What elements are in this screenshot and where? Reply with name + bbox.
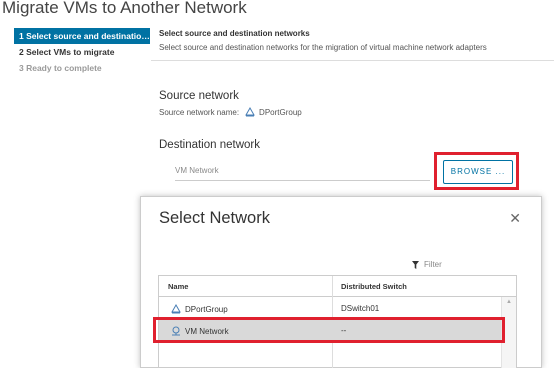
scroll-up-icon[interactable]: ▲ (506, 299, 512, 305)
source-network-heading: Source network (159, 90, 239, 102)
close-icon[interactable]: ✕ (509, 211, 521, 225)
column-header-name[interactable]: Name (168, 282, 188, 291)
filter-label: Filter (424, 260, 442, 269)
step-ready-to-complete: 3 Ready to complete (19, 63, 102, 73)
column-header-switch[interactable]: Distributed Switch (341, 282, 407, 291)
row-name-cell: DPortGroup (171, 304, 228, 314)
filter-control[interactable]: Filter (412, 260, 442, 269)
portgroup-icon (245, 107, 255, 117)
page-title: Select source and destination networks (159, 29, 310, 38)
vm-network-highlight (153, 317, 505, 343)
source-network-value: DPortGroup (259, 107, 302, 117)
destination-network-field[interactable]: VM Network (175, 162, 430, 181)
header-divider (151, 60, 554, 61)
grid-header: Name Distributed Switch (159, 276, 516, 297)
filter-icon (412, 260, 419, 269)
page-header: Select source and destination networks S… (159, 29, 554, 52)
source-network-row: Source network name: DPortGroup (159, 107, 302, 117)
row-name: DPortGroup (185, 304, 228, 314)
source-network-label: Source network name: (159, 107, 240, 117)
destination-network-heading: Destination network (159, 139, 260, 151)
wizard-steps: 1 Select source and destination networks… (14, 28, 150, 76)
step-select-networks[interactable]: 1 Select source and destination networks (14, 28, 150, 44)
browse-button[interactable]: BROWSE ... (443, 160, 513, 184)
step-select-vms[interactable]: 2 Select VMs to migrate (14, 44, 150, 60)
wizard-title: Migrate VMs to Another Network (2, 0, 247, 17)
page-subtitle: Select source and destination networks f… (159, 43, 487, 52)
row-switch: DSwitch01 (341, 304, 380, 313)
table-row[interactable]: DPortGroup DSwitch01 (159, 300, 501, 318)
dialog-title: Select Network (159, 209, 270, 227)
portgroup-icon (171, 304, 181, 314)
